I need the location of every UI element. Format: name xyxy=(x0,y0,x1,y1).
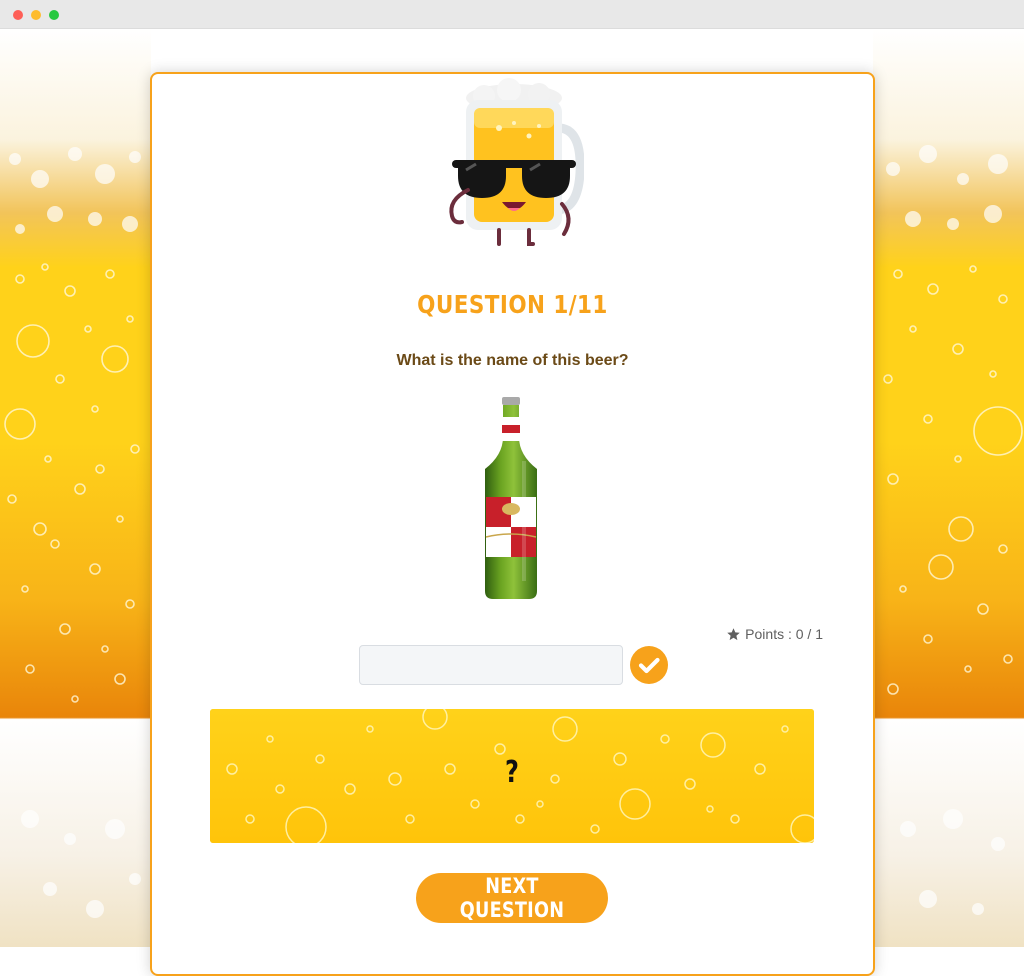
answer-reveal-box: ? xyxy=(210,709,814,843)
close-window-dot[interactable] xyxy=(13,10,23,20)
star-icon xyxy=(726,627,741,642)
answer-input[interactable] xyxy=(359,645,623,685)
hidden-answer-mark: ? xyxy=(505,755,519,790)
maximize-window-dot[interactable] xyxy=(49,10,59,20)
next-question-label: NEXT QUESTION xyxy=(459,874,565,922)
points-indicator: Points : 0 / 1 xyxy=(726,626,823,642)
browser-titlebar xyxy=(0,0,1024,29)
quiz-card: QUESTION 1/11 What is the name of this b… xyxy=(150,72,875,976)
points-label: Points : 0 / 1 xyxy=(745,626,823,642)
minimize-window-dot[interactable] xyxy=(31,10,41,20)
beer-background-left xyxy=(0,29,151,947)
beer-background-right xyxy=(873,29,1024,947)
beer-mascot-icon xyxy=(444,78,585,253)
question-counter-title: QUESTION 1/11 xyxy=(417,290,608,319)
submit-answer-button[interactable] xyxy=(630,646,668,684)
next-question-button[interactable]: NEXT QUESTION xyxy=(416,873,608,923)
check-icon xyxy=(630,646,668,684)
beer-bottle-image xyxy=(478,397,544,602)
question-text: What is the name of this beer? xyxy=(396,352,629,369)
